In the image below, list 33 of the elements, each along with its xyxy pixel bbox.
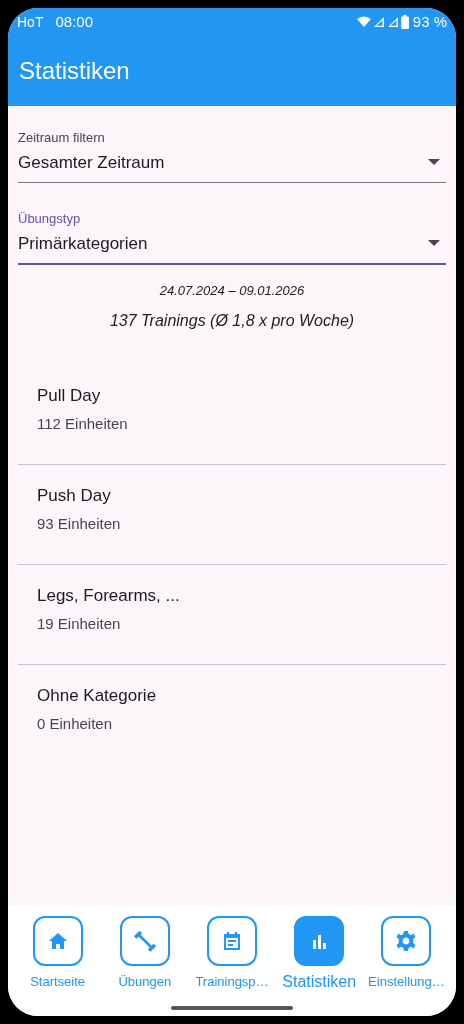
field-value: Primärkategorien xyxy=(18,232,148,255)
status-time: 08:00 xyxy=(55,11,93,32)
field-label: Übungstyp xyxy=(18,210,82,228)
dropdown-arrow-icon xyxy=(428,240,440,247)
app-bar-title: Statistiken xyxy=(19,56,130,86)
nav-tab[interactable]: Startseite xyxy=(14,916,102,1016)
dropdown-field[interactable]: Übungstyp Primärkategorien xyxy=(18,209,446,265)
carrier-name: HoT xyxy=(17,12,44,32)
signal-icon xyxy=(386,16,399,28)
home-indicator[interactable] xyxy=(171,1006,293,1010)
dropdown-arrow-icon xyxy=(428,159,440,166)
dropdown-field[interactable]: Zeitraum filtern Gesamter Zeitraum xyxy=(18,128,446,183)
wifi-icon xyxy=(356,16,371,28)
category-title: Pull Day xyxy=(37,384,102,407)
nav-tab[interactable]: Übungen xyxy=(101,916,189,1016)
category-count: 112 Einheiten xyxy=(37,414,129,434)
nav-tab[interactable]: Einstellung… xyxy=(362,916,450,1016)
field-label: Zeitraum filtern xyxy=(18,129,106,147)
category-count: 93 Einheiten xyxy=(37,514,122,534)
nav-tab[interactable]: Statistiken xyxy=(275,916,363,1016)
category-title: Legs, Forearms, ... xyxy=(37,584,181,607)
signal-icon xyxy=(372,16,385,28)
category-count: 0 Einheiten xyxy=(37,714,114,734)
nav-tab[interactable]: Trainingsp… xyxy=(188,916,276,1016)
dumbbell-icon xyxy=(132,929,157,953)
category-title: Push Day xyxy=(37,484,112,507)
category-count: 19 Einheiten xyxy=(37,614,122,634)
field-value: Gesamter Zeitraum xyxy=(18,151,165,174)
battery-icon xyxy=(400,15,409,29)
date-range: 24.07.2024 – 09.01.2026 xyxy=(159,282,305,300)
training-summary: 137 Trainings (Ø 1,8 x pro Woche) xyxy=(109,310,355,331)
category-title: Ohne Kategorie xyxy=(37,684,158,707)
battery-level: 93 % xyxy=(412,11,447,32)
